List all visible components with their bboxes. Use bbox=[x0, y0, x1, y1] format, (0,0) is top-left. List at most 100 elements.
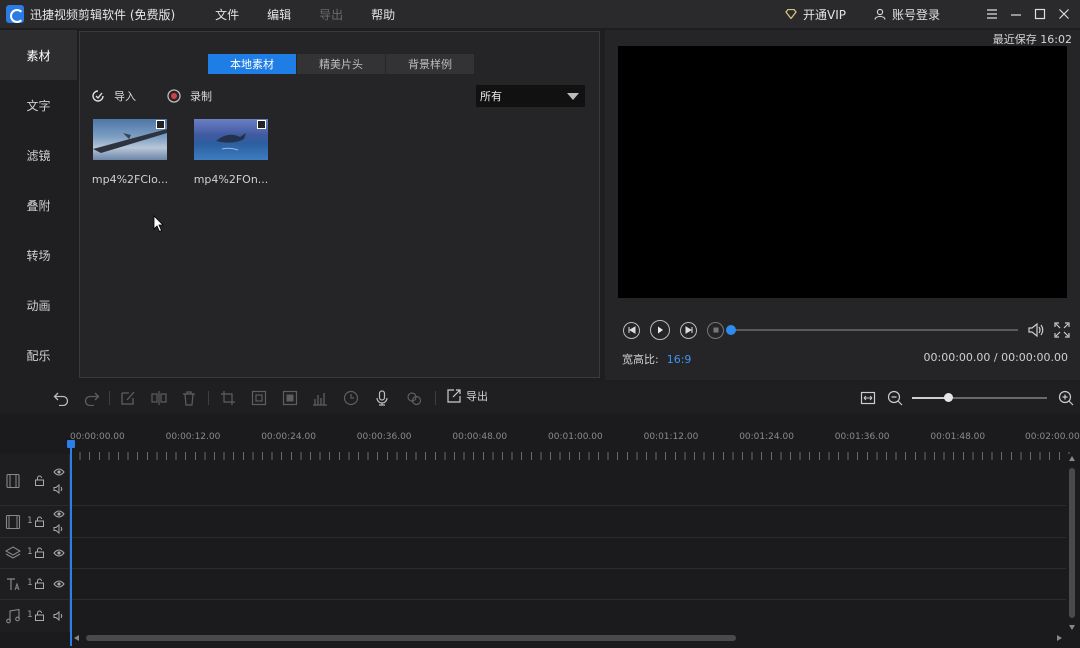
close-icon bbox=[1059, 9, 1069, 19]
lock-icon[interactable] bbox=[34, 547, 45, 558]
track-main-video[interactable] bbox=[0, 454, 1068, 506]
crop-button[interactable] bbox=[219, 389, 237, 407]
export-button[interactable]: 导出 bbox=[446, 388, 488, 404]
effects-button[interactable] bbox=[405, 389, 423, 407]
track-number: 1 bbox=[27, 610, 33, 620]
media-item[interactable]: mp4%2FOn... bbox=[194, 119, 268, 186]
scroll-up-icon[interactable] bbox=[1069, 456, 1075, 461]
sidebar-item-overlay[interactable]: 叠附 bbox=[0, 180, 77, 230]
sidebar-item-filter[interactable]: 滤镜 bbox=[0, 130, 77, 180]
menu-hamburger-button[interactable] bbox=[980, 0, 1004, 28]
lock-icon[interactable] bbox=[34, 475, 45, 486]
media-item-name: mp4%2FClo... bbox=[91, 173, 169, 186]
next-frame-button[interactable] bbox=[680, 321, 697, 339]
chevron-down-icon bbox=[567, 93, 579, 100]
zoom-slider-handle[interactable] bbox=[944, 393, 954, 402]
menu-export[interactable]: 导出 bbox=[305, 6, 357, 23]
mosaic-button[interactable] bbox=[281, 389, 299, 407]
progress-knob[interactable] bbox=[726, 325, 736, 335]
timeline-ruler[interactable]: 00:00:00.00 00:00:12.00 00:00:24.00 00:0… bbox=[70, 424, 1080, 460]
scroll-left-icon[interactable] bbox=[74, 635, 79, 641]
play-button[interactable] bbox=[650, 320, 670, 340]
ruler-label: 00:01:48.00 bbox=[930, 432, 986, 442]
timeline: 00:00:00.00 00:00:12.00 00:00:24.00 00:0… bbox=[0, 414, 1080, 648]
speaker-icon[interactable] bbox=[53, 611, 65, 621]
sidebar-item-text[interactable]: 文字 bbox=[0, 80, 77, 130]
zoom-in-button[interactable] bbox=[1057, 389, 1075, 407]
media-thumbnail[interactable] bbox=[93, 119, 167, 160]
aspect-ratio-value[interactable]: 16:9 bbox=[667, 353, 692, 366]
diamond-icon bbox=[785, 9, 797, 19]
timeline-playhead[interactable] bbox=[67, 440, 75, 646]
maximize-button[interactable] bbox=[1028, 0, 1052, 28]
record-label: 录制 bbox=[190, 90, 212, 103]
minimize-button[interactable] bbox=[1004, 0, 1028, 28]
sidebar-item-transition[interactable]: 转场 bbox=[0, 230, 77, 280]
user-icon bbox=[874, 8, 886, 20]
horizontal-scroll-thumb[interactable] bbox=[86, 635, 736, 641]
audio-level-button[interactable] bbox=[311, 389, 329, 407]
playback-progress-bar[interactable] bbox=[726, 325, 1018, 335]
previous-frame-button[interactable] bbox=[623, 321, 640, 339]
scroll-right-icon[interactable] bbox=[1057, 635, 1062, 641]
playback-controls bbox=[623, 320, 1073, 340]
menu-help[interactable]: 帮助 bbox=[357, 6, 409, 23]
duration-button[interactable] bbox=[342, 389, 360, 407]
zoom-slider[interactable] bbox=[912, 393, 1047, 402]
split-icon bbox=[151, 391, 167, 405]
volume-icon[interactable] bbox=[1027, 321, 1045, 339]
eye-icon[interactable] bbox=[53, 548, 65, 558]
redo-button[interactable] bbox=[83, 389, 101, 407]
lock-icon[interactable] bbox=[34, 610, 45, 621]
toolbar-divider bbox=[208, 391, 209, 405]
edit-button[interactable] bbox=[119, 389, 137, 407]
fit-timeline-button[interactable] bbox=[859, 389, 877, 407]
media-item[interactable]: mp4%2FClo... bbox=[92, 119, 168, 186]
zoom-in-icon bbox=[1058, 390, 1074, 406]
sidebar-item-animation[interactable]: 动画 bbox=[0, 280, 77, 330]
record-button[interactable]: 录制 bbox=[166, 88, 212, 104]
tab-local-media[interactable]: 本地素材 bbox=[208, 54, 296, 74]
bars-icon bbox=[313, 393, 327, 406]
close-button[interactable] bbox=[1052, 0, 1076, 28]
media-filter-select[interactable]: 所有 bbox=[476, 85, 585, 107]
eye-icon[interactable] bbox=[53, 509, 65, 519]
speaker-icon[interactable] bbox=[53, 524, 65, 534]
track-overlay[interactable]: 1 bbox=[0, 538, 1068, 569]
lock-icon[interactable] bbox=[34, 578, 45, 589]
track-text[interactable]: 1 bbox=[0, 569, 1068, 600]
tab-backgrounds[interactable]: 背景样例 bbox=[386, 54, 474, 74]
timeline-vertical-scrollbar[interactable] bbox=[1066, 454, 1078, 632]
eye-icon[interactable] bbox=[53, 467, 65, 477]
track-music[interactable]: 1 bbox=[0, 600, 1068, 632]
export-label: 导出 bbox=[466, 390, 488, 403]
undo-button[interactable] bbox=[52, 389, 70, 407]
lock-icon[interactable] bbox=[34, 516, 45, 527]
speaker-icon[interactable] bbox=[53, 484, 65, 494]
menu-file[interactable]: 文件 bbox=[201, 6, 253, 23]
fullscreen-icon[interactable] bbox=[1053, 321, 1071, 339]
vertical-scroll-thumb[interactable] bbox=[1069, 468, 1075, 618]
stop-button[interactable] bbox=[707, 321, 724, 339]
sidebar-item-music[interactable]: 配乐 bbox=[0, 330, 77, 380]
timeline-horizontal-scrollbar[interactable] bbox=[70, 632, 1066, 644]
track-video-overlay[interactable]: 1 bbox=[0, 506, 1068, 538]
menu-edit[interactable]: 编辑 bbox=[253, 6, 305, 23]
media-thumbnail[interactable] bbox=[194, 119, 268, 160]
record-icon bbox=[167, 89, 181, 103]
delete-button[interactable] bbox=[180, 389, 198, 407]
preview-screen[interactable] bbox=[618, 46, 1067, 298]
sidebar-item-media[interactable]: 素材 bbox=[0, 30, 77, 80]
voiceover-button[interactable] bbox=[373, 389, 391, 407]
import-button[interactable]: 导入 bbox=[90, 88, 136, 104]
vip-button[interactable]: 开通VIP bbox=[785, 6, 846, 23]
scroll-down-icon[interactable] bbox=[1069, 625, 1075, 630]
split-button[interactable] bbox=[150, 389, 168, 407]
track-header bbox=[0, 454, 70, 505]
zoom-out-button[interactable] bbox=[886, 389, 904, 407]
timecode: 00:00:00.00 / 00:00:00.00 bbox=[923, 351, 1069, 364]
tab-intros[interactable]: 精美片头 bbox=[297, 54, 385, 74]
resize-button[interactable] bbox=[250, 389, 268, 407]
eye-icon[interactable] bbox=[53, 579, 65, 589]
account-login-button[interactable]: 账号登录 bbox=[874, 6, 940, 23]
